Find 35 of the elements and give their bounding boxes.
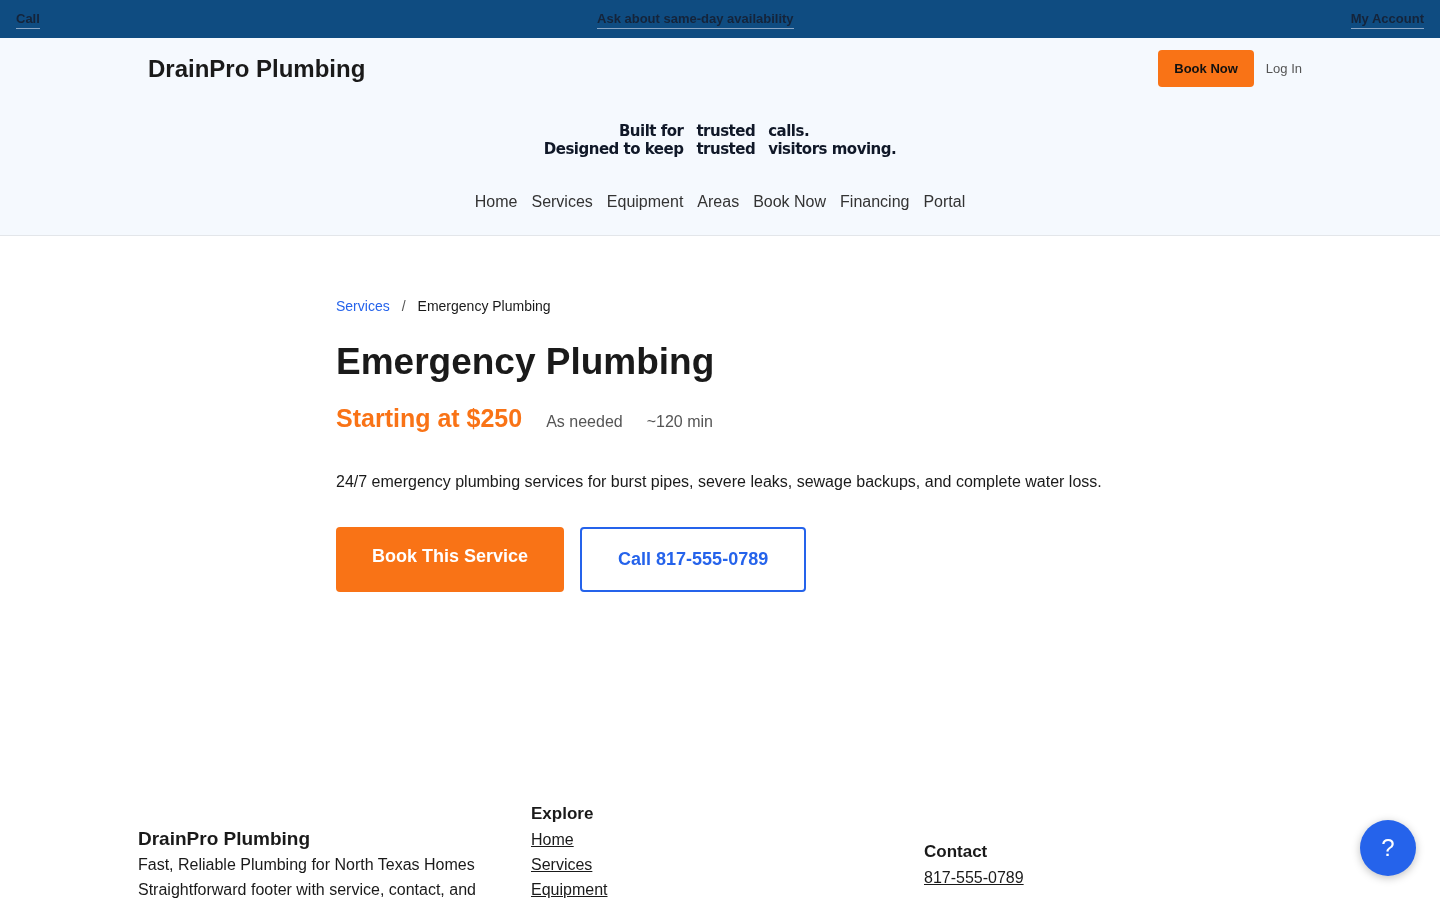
tagline-text: visitors moving. [768, 140, 897, 158]
breadcrumb-link[interactable]: Services [336, 298, 390, 314]
breadcrumb-separator: / [401, 298, 406, 314]
nav-link[interactable]: Book Now [753, 193, 827, 211]
price-text: Starting at $250 [336, 404, 523, 434]
page-title: Emergency Plumbing [336, 340, 716, 384]
nav-link[interactable]: Equipment [606, 193, 684, 211]
footer-text: Straightforward footer with service, contact, and [138, 880, 477, 900]
call-button[interactable]: Call 817-555-0789 [580, 527, 807, 593]
footer-link[interactable]: Equipment [531, 877, 608, 900]
footer-link[interactable]: Home [531, 827, 574, 852]
tagline-text: Designed to keep [543, 140, 684, 158]
service-description: 24/7 emergency plumbing services for burst pipes, severe leaks, sewage backups, and complete water loss. [336, 473, 1103, 492]
tagline-text: calls. [768, 122, 811, 140]
footer-link[interactable]: Services [531, 852, 593, 877]
frequency-text: As needed [546, 413, 623, 432]
footer-brand: DrainPro Plumbing [138, 827, 311, 851]
help-button[interactable]: ? [1360, 820, 1416, 876]
breadcrumb-current: Emergency Plumbing [417, 298, 551, 314]
footer-heading: Explore [531, 803, 594, 825]
nav-link[interactable]: Portal [923, 193, 966, 211]
tagline-text: trusted [696, 140, 756, 158]
tagline-text: Built for [617, 122, 684, 140]
book-now-button[interactable]: Book Now [1158, 50, 1254, 87]
brand-name: DrainPro Plumbing [148, 54, 367, 83]
nav-link[interactable]: Services [531, 193, 593, 211]
footer-heading: Contact [924, 841, 988, 863]
duration-text: ~120 min [646, 413, 713, 432]
nav-link[interactable]: Financing [840, 193, 910, 211]
login-link[interactable]: Log In [1265, 61, 1302, 76]
nav-link[interactable]: Home [474, 193, 518, 211]
tagline-text: trusted [696, 122, 756, 140]
nav-link[interactable]: Areas [697, 193, 740, 211]
footer-text: Fast, Reliable Plumbing for North Texas Homes [138, 855, 476, 875]
footer-link[interactable]: 817-555-0789 [924, 865, 1024, 890]
